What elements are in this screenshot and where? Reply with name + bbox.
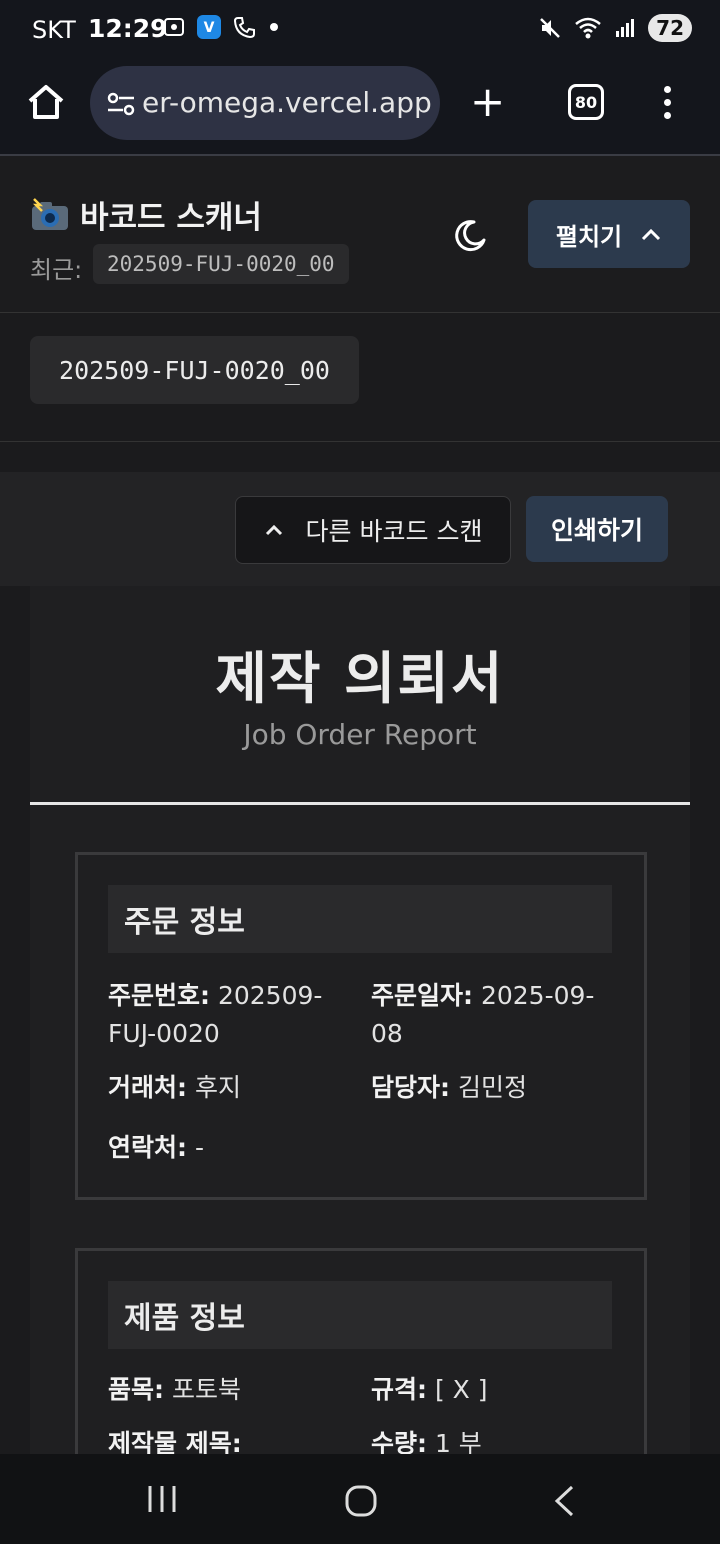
product-info-heading: 제품 정보 xyxy=(108,1281,612,1349)
camera-flash-icon xyxy=(32,197,68,230)
spec-value: [ X ] xyxy=(434,1375,488,1404)
chevron-up-icon xyxy=(642,228,661,241)
status-bar: SKT 12:29 V 72 xyxy=(0,0,720,62)
contact-field: 연락처: - xyxy=(108,1129,204,1167)
contact-value: - xyxy=(194,1133,204,1162)
contact-label: 연락처: xyxy=(108,1133,187,1162)
battery-indicator: 72 xyxy=(648,14,692,42)
item-label: 품목: xyxy=(108,1375,164,1404)
call-icon xyxy=(233,17,255,39)
manager-value: 김민정 xyxy=(457,1073,527,1102)
rescan-label: 다른 바코드 스캔 xyxy=(305,517,483,546)
app-title: 바코드 스캐너 xyxy=(30,192,262,237)
action-bar: 다른 바코드 스캔 인쇄하기 xyxy=(0,472,720,586)
order-date-field: 주문일자: 2025-09-08 xyxy=(371,977,606,1053)
home-nav-icon[interactable] xyxy=(344,1484,378,1518)
document-subtitle: Job Order Report xyxy=(243,718,477,751)
recent-label: 최근: xyxy=(30,256,83,284)
tab-switcher-button[interactable]: 80 xyxy=(568,84,604,120)
title-divider xyxy=(30,802,690,805)
screenshot-icon xyxy=(164,18,184,36)
order-date-label: 주문일자: xyxy=(371,981,473,1010)
app-header: 바코드 스캐너 최근: 202509-FUJ-0020_00 펼치기 xyxy=(0,156,720,313)
url-text: er-omega.vercel.app xyxy=(142,86,432,119)
expand-label: 펼치기 xyxy=(555,222,623,251)
product-info-section: 제품 정보 품목: 포토북 규격: [ X ] 제작물 제목: 수량: 1 부 xyxy=(75,1248,647,1456)
site-settings-icon[interactable] xyxy=(106,90,136,118)
client-label: 거래처: xyxy=(108,1073,187,1102)
address-bar[interactable]: er-omega.vercel.app xyxy=(90,66,440,140)
client-value: 후지 xyxy=(194,1073,241,1102)
expand-button[interactable]: 펼치기 xyxy=(528,200,690,268)
document-title: 제작 의뢰서 xyxy=(215,647,505,712)
product-title-label: 제작물 제목: xyxy=(108,1429,242,1456)
order-info-section: 주문 정보 주문번호: 202509-FUJ-0020 주문일자: 2025-0… xyxy=(75,852,647,1200)
carrier-label: SKT xyxy=(32,16,76,44)
product-title-field: 제작물 제목: xyxy=(108,1425,242,1456)
recent-apps-icon[interactable] xyxy=(146,1484,178,1514)
order-info-heading: 주문 정보 xyxy=(108,885,612,953)
app-notification-icon: V xyxy=(197,15,221,39)
order-number-label: 주문번호: xyxy=(108,981,210,1010)
wifi-icon xyxy=(575,17,601,39)
notification-icons: V xyxy=(162,14,280,40)
app-title-text: 바코드 스캐너 xyxy=(80,200,262,236)
dot-icon xyxy=(270,23,278,31)
system-icons: 72 xyxy=(538,14,692,42)
new-tab-icon[interactable]: + xyxy=(470,80,505,124)
scanned-code-chip[interactable]: 202509-FUJ-0020_00 xyxy=(30,336,359,404)
manager-label: 담당자: xyxy=(371,1073,450,1102)
job-order-document: 제작 의뢰서 Job Order Report 주문 정보 주문번호: 2025… xyxy=(30,586,690,1456)
back-icon[interactable] xyxy=(552,1484,576,1518)
chevron-up-icon xyxy=(265,524,282,536)
spec-field: 규격: [ X ] xyxy=(371,1371,487,1409)
quantity-label: 수량: xyxy=(371,1429,427,1456)
mute-icon xyxy=(540,18,561,38)
system-nav-bar xyxy=(0,1454,720,1544)
home-icon[interactable] xyxy=(24,80,68,124)
recent-code[interactable]: 202509-FUJ-0020_00 xyxy=(93,244,349,284)
quantity-field: 수량: 1 부 xyxy=(371,1425,482,1456)
print-button[interactable]: 인쇄하기 xyxy=(526,496,668,562)
order-number-field: 주문번호: 202509-FUJ-0020 xyxy=(108,977,338,1053)
svg-text:V: V xyxy=(204,20,215,36)
spec-label: 규격: xyxy=(371,1375,427,1404)
quantity-value: 1 부 xyxy=(434,1429,482,1456)
more-menu-icon[interactable] xyxy=(664,86,671,125)
dark-mode-toggle-icon[interactable] xyxy=(452,218,488,254)
scanned-code-row: 202509-FUJ-0020_00 xyxy=(0,313,720,442)
client-field: 거래처: 후지 xyxy=(108,1069,241,1107)
item-field: 품목: 포토북 xyxy=(108,1371,241,1409)
item-value: 포토북 xyxy=(171,1375,241,1404)
signal-icon xyxy=(616,19,635,37)
browser-toolbar: er-omega.vercel.app + 80 xyxy=(0,62,720,156)
clock: 12:29 xyxy=(88,14,168,43)
rescan-button[interactable]: 다른 바코드 스캔 xyxy=(235,496,511,564)
manager-field: 담당자: 김민정 xyxy=(371,1069,527,1107)
